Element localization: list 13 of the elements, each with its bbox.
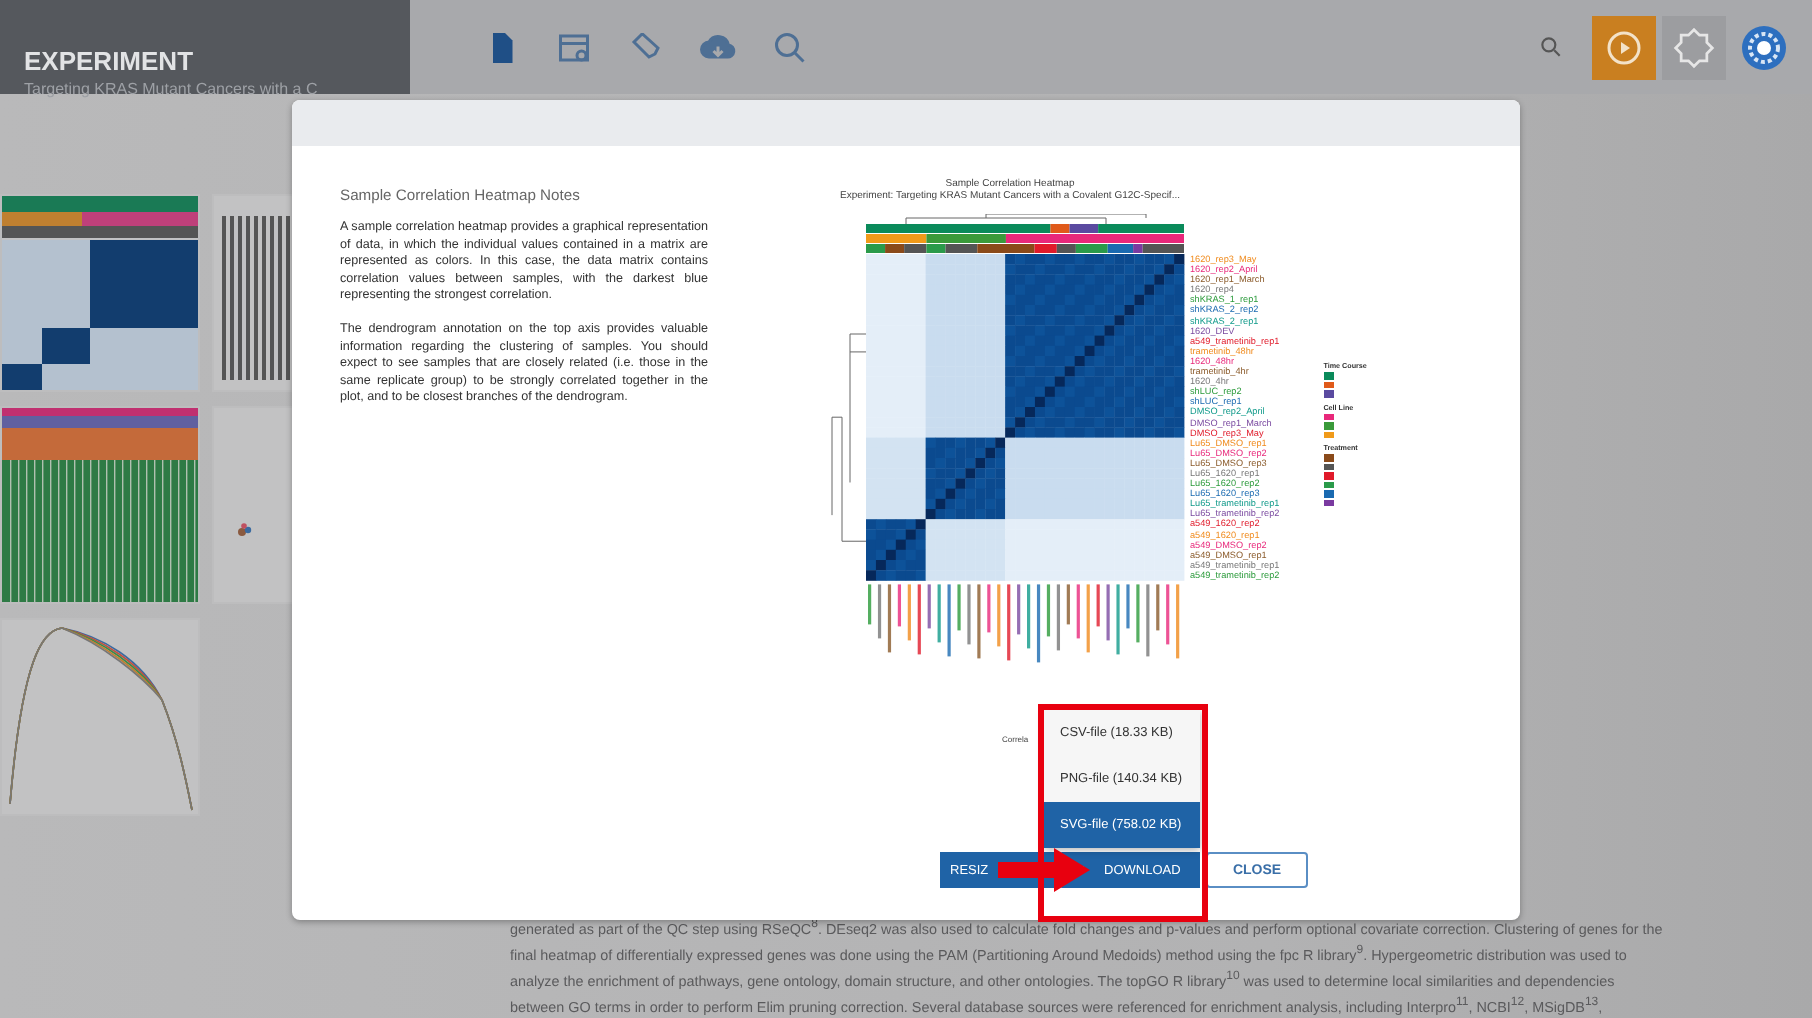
settings-button[interactable]	[1662, 15, 1726, 79]
experiment-title: EXPERIMENT	[24, 46, 196, 76]
cloud-download-icon[interactable]	[700, 29, 736, 65]
calendar-icon[interactable]	[556, 29, 592, 65]
scatter-points-drawing	[238, 522, 252, 536]
pointer-arrow-icon	[998, 848, 1090, 892]
zoom-icon[interactable]	[772, 29, 808, 65]
play-icon	[1606, 29, 1642, 65]
run-button[interactable]	[1592, 15, 1656, 79]
search-icon[interactable]	[1538, 34, 1564, 60]
settings-icon	[1672, 25, 1716, 69]
experiment-subtitle: Targeting KRAS Mutant Cancers with a C	[24, 80, 320, 98]
logo-icon[interactable]	[1740, 23, 1788, 71]
